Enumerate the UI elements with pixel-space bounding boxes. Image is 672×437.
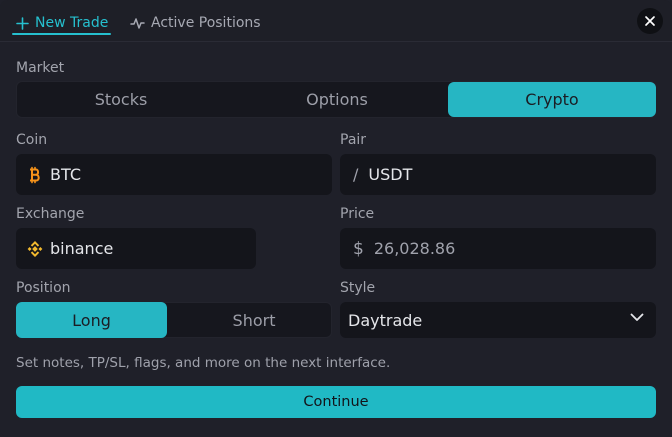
position-option-short[interactable]: Short — [175, 303, 333, 337]
plus-icon — [16, 16, 29, 30]
new-trade-modal: New Trade Active Positions Market Stocks… — [0, 0, 672, 437]
exchange-field[interactable]: binance — [16, 228, 256, 269]
pair-separator: / — [353, 165, 359, 184]
exchange-label: Exchange — [16, 206, 85, 222]
pair-value: USDT — [368, 165, 413, 184]
style-select[interactable]: Daytrade — [340, 302, 656, 338]
tab-bar: New Trade Active Positions — [0, 0, 672, 42]
position-selector: Long Short — [16, 302, 332, 338]
close-icon — [644, 15, 656, 27]
tab-label: New Trade — [35, 15, 109, 31]
market-option-crypto[interactable]: Crypto — [448, 82, 656, 117]
binance-icon — [26, 240, 44, 258]
price-value: 26,028.86 — [373, 239, 456, 258]
continue-button[interactable]: Continue — [16, 386, 656, 418]
active-tab-indicator — [12, 33, 111, 35]
market-option-options[interactable]: Options — [233, 82, 441, 117]
bitcoin-icon — [26, 166, 44, 184]
position-label: Position — [16, 280, 71, 296]
position-option-long[interactable]: Long — [16, 302, 167, 338]
pair-field[interactable]: / USDT — [340, 154, 656, 195]
tab-active-positions[interactable]: Active Positions — [130, 11, 261, 35]
chevron-down-icon — [630, 313, 644, 322]
dollar-icon: $ — [353, 238, 364, 259]
tab-new-trade[interactable]: New Trade — [16, 11, 108, 35]
exchange-value: binance — [50, 239, 114, 258]
style-label: Style — [340, 280, 376, 296]
market-selector: Stocks Options Crypto — [16, 81, 656, 118]
price-field[interactable]: $ 26,028.86 — [340, 228, 656, 269]
close-button[interactable] — [637, 8, 663, 34]
style-value: Daytrade — [348, 310, 423, 330]
pair-label: Pair — [340, 132, 367, 148]
market-option-stocks[interactable]: Stocks — [17, 82, 225, 117]
coin-value: BTC — [50, 165, 81, 184]
coin-label: Coin — [16, 132, 48, 148]
hint-text: Set notes, TP/SL, flags, and more on the… — [16, 355, 391, 371]
coin-field[interactable]: BTC — [16, 154, 332, 195]
tab-label: Active Positions — [151, 15, 261, 31]
price-label: Price — [340, 206, 375, 222]
pulse-icon — [130, 17, 145, 30]
market-label: Market — [16, 60, 65, 76]
